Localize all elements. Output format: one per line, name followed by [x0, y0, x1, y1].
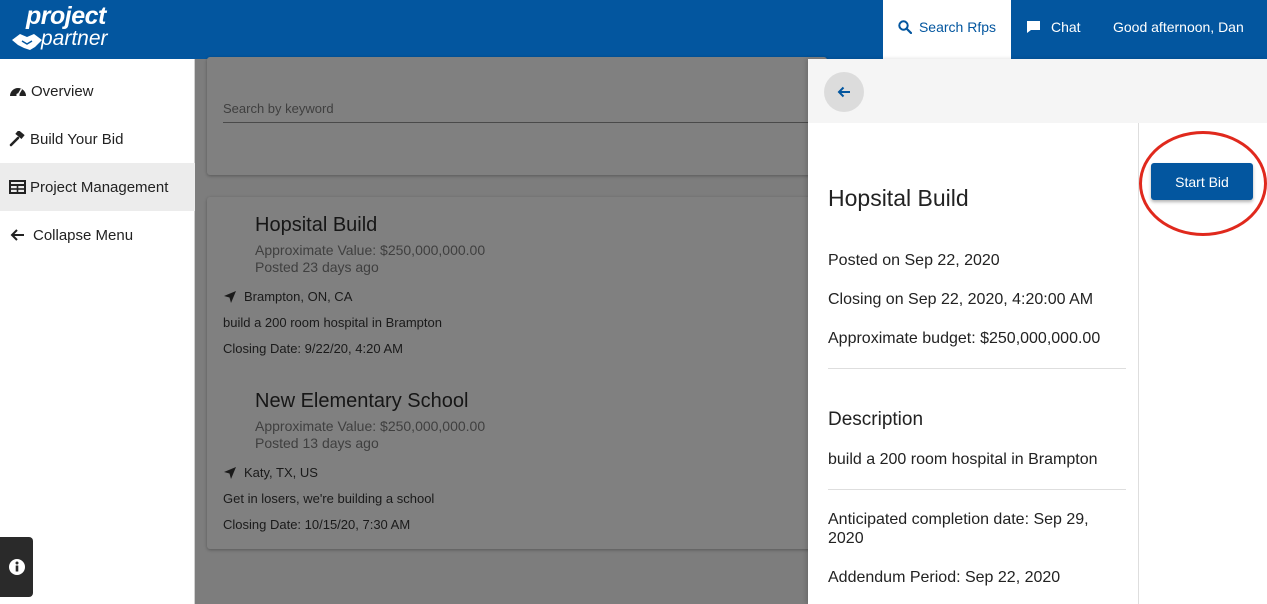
description-heading: Description: [828, 409, 924, 430]
chat-button[interactable]: Chat: [1026, 0, 1081, 53]
search-input[interactable]: [223, 95, 823, 123]
detail-divider: [828, 489, 1126, 490]
detail-title: Hopsital Build: [828, 185, 969, 211]
detail-approx-budget: Approximate budget: $250,000,000.00: [828, 330, 1101, 347]
rfp-search-main: Hopsital Build Approximate Value: $250,0…: [195, 57, 827, 604]
rfp-posted: Posted 23 days ago: [255, 259, 379, 275]
rfp-description: Get in losers, we're building a school: [223, 491, 435, 506]
chat-bubble-icon: [1027, 20, 1040, 33]
gavel-icon: [9, 131, 25, 147]
search-icon: [898, 19, 912, 34]
dashboard-icon: [10, 88, 26, 97]
highlight-circle-annotation: [1139, 131, 1267, 236]
location-arrow-icon: [224, 290, 236, 303]
project-partner-logo[interactable]: project partner: [8, 2, 123, 56]
sidebar-nav: Overview Build Your Bid Project Manageme…: [0, 59, 195, 604]
detail-description: build a 200 room hospital in Brampton: [828, 451, 1098, 468]
panel-header: [808, 59, 1267, 123]
rfp-title: Hopsital Build: [255, 214, 378, 236]
info-icon: [8, 559, 25, 575]
sidebar-item-label: Build Your Bid: [30, 130, 124, 148]
search-rfps-tab[interactable]: Search Rfps: [883, 0, 1011, 59]
sidebar-item-project-management[interactable]: Project Management: [0, 163, 195, 211]
rfp-location: Brampton, ON, CA: [223, 289, 352, 304]
sidebar-item-label: Overview: [31, 82, 94, 100]
user-greeting[interactable]: Good afternoon, Dan: [1113, 0, 1244, 53]
detail-divider: [828, 368, 1126, 369]
rfp-closing-date: Closing Date: 9/22/20, 4:20 AM: [223, 341, 403, 356]
rfp-title: New Elementary School: [255, 390, 469, 412]
rfp-list-item[interactable]: Hopsital Build Approximate Value: $250,0…: [207, 214, 807, 384]
back-button[interactable]: [824, 72, 864, 112]
sidebar-item-build-your-bid[interactable]: Build Your Bid: [0, 115, 195, 163]
detail-closing-on: Closing on Sep 22, 2020, 4:20:00 AM: [828, 291, 1094, 308]
arrow-left-icon: [10, 229, 24, 241]
sidebar-item-label: Project Management: [30, 178, 169, 196]
handshake-icon: [12, 34, 42, 50]
rfp-approx-value: Approximate Value: $250,000,000.00: [255, 242, 486, 258]
sidebar-item-collapse-menu[interactable]: Collapse Menu: [0, 211, 195, 259]
panel-divider: [1138, 123, 1139, 604]
detail-completion-date: Anticipated completion date: Sep 29, 202…: [828, 511, 1089, 547]
chat-label: Chat: [1051, 18, 1081, 35]
location-arrow-icon: [224, 466, 236, 479]
sidebar-item-overview[interactable]: Overview: [0, 67, 195, 115]
rfp-location-text: Katy, TX, US: [244, 465, 318, 480]
rfp-list-item[interactable]: New Elementary School Approximate Value:…: [207, 390, 807, 560]
rfp-approx-value: Approximate Value: $250,000,000.00: [255, 418, 486, 434]
rfp-location: Katy, TX, US: [223, 465, 318, 480]
table-icon: [9, 180, 26, 194]
rfp-posted: Posted 13 days ago: [255, 435, 379, 451]
detail-posted-on: Posted on Sep 22, 2020: [828, 252, 1000, 269]
rfp-list-card: Hopsital Build Approximate Value: $250,0…: [207, 197, 827, 549]
top-app-bar: project partner Search Rfps Chat Good af…: [0, 0, 1267, 59]
logo-text-partner: partner: [41, 27, 108, 50]
info-button[interactable]: [0, 537, 33, 597]
arrow-left-icon: [837, 86, 850, 98]
search-card: [207, 57, 827, 175]
sidebar-item-label: Collapse Menu: [33, 226, 134, 244]
search-rfps-label: Search Rfps: [918, 18, 997, 35]
rfp-detail-panel: Hopsital Build Posted on Sep 22, 2020 Cl…: [808, 59, 1267, 604]
rfp-description: build a 200 room hospital in Brampton: [223, 315, 442, 330]
detail-addendum-period: Addendum Period: Sep 22, 2020: [828, 569, 1061, 586]
rfp-closing-date: Closing Date: 10/15/20, 7:30 AM: [223, 517, 411, 532]
rfp-location-text: Brampton, ON, CA: [244, 289, 353, 304]
